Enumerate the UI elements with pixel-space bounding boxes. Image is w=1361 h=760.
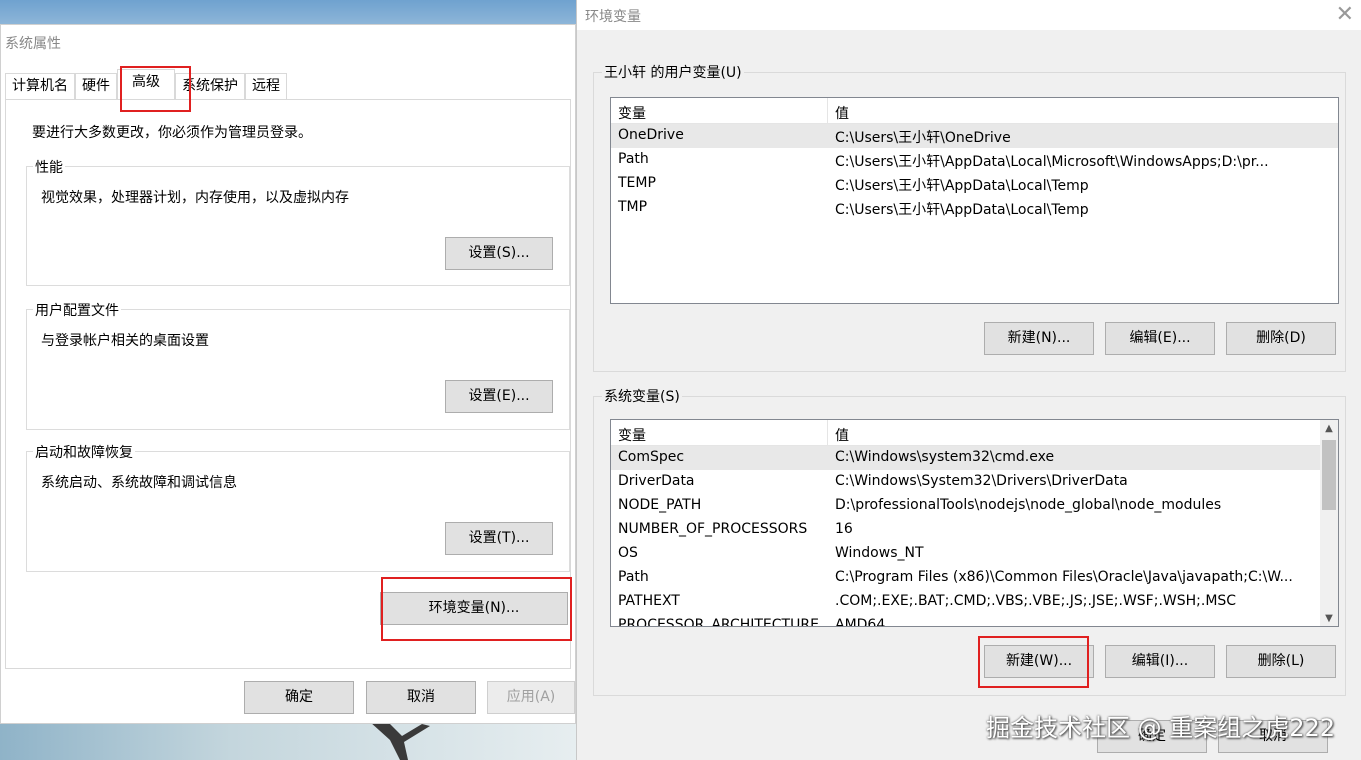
startup-recovery-settings-button[interactable]: 设置(T)... xyxy=(445,522,553,555)
tree-silhouette xyxy=(370,722,430,760)
tab-remote[interactable]: 远程 xyxy=(245,73,287,99)
system-variables-legend: 系统变量(S) xyxy=(602,386,682,406)
apply-button[interactable]: 应用(A) xyxy=(487,681,575,714)
list-item[interactable]: NUMBER_OF_PROCESSORS 16 xyxy=(611,518,1338,542)
variable-value: C:\Program Files (x86)\Common Files\Orac… xyxy=(835,569,1293,585)
variable-name: OneDrive xyxy=(618,127,684,143)
system-new-button[interactable]: 新建(W)... xyxy=(984,645,1094,678)
scroll-thumb[interactable] xyxy=(1322,440,1336,510)
variable-value: C:\Users\王小轩\AppData\Local\Temp xyxy=(835,178,1089,194)
dialog-title: 系统属性 xyxy=(5,36,61,52)
ok-button[interactable]: 确定 xyxy=(244,681,354,714)
list-item[interactable]: TEMP C:\Users\王小轩\AppData\Local\Temp xyxy=(611,172,1338,196)
close-icon[interactable]: ✕ xyxy=(1336,2,1354,27)
user-edit-button[interactable]: 编辑(E)... xyxy=(1105,322,1215,355)
tab-computer-name[interactable]: 计算机名 xyxy=(5,73,75,99)
system-edit-button[interactable]: 编辑(I)... xyxy=(1105,645,1215,678)
variable-value: AMD64 xyxy=(835,617,886,627)
user-delete-button[interactable]: 删除(D) xyxy=(1226,322,1336,355)
tab-system-protection[interactable]: 系统保护 xyxy=(175,73,245,99)
column-header-variable[interactable]: 变量 xyxy=(618,425,646,445)
list-header: 变量 值 xyxy=(611,420,1338,446)
performance-description: 视觉效果，处理器计划，内存使用，以及虚拟内存 xyxy=(41,190,349,206)
cancel-button[interactable]: 取消 xyxy=(366,681,476,714)
user-variables-legend: 王小轩 的用户变量(U) xyxy=(602,62,744,82)
variable-name: Path xyxy=(618,151,649,167)
variable-value: C:\Windows\System32\Drivers\DriverData xyxy=(835,473,1128,489)
variable-value: C:\Users\王小轩\AppData\Local\Microsoft\Win… xyxy=(835,154,1269,170)
variable-name: OS xyxy=(618,545,638,561)
user-profiles-description: 与登录帐户相关的桌面设置 xyxy=(41,333,209,349)
admin-note: 要进行大多数更改，你必须作为管理员登录。 xyxy=(32,125,312,141)
variable-name: NODE_PATH xyxy=(618,497,702,513)
list-item[interactable]: PATHEXT .COM;.EXE;.BAT;.CMD;.VBS;.VBE;.J… xyxy=(611,590,1338,614)
user-variables-section: 王小轩 的用户变量(U) 变量 值 OneDrive C:\Users\王小轩\… xyxy=(593,62,1346,372)
environment-variables-dialog: 环境变量 ✕ 王小轩 的用户变量(U) 变量 值 OneDrive C:\Use… xyxy=(576,0,1361,760)
column-separator xyxy=(827,420,828,446)
list-item[interactable]: TMP C:\Users\王小轩\AppData\Local\Temp xyxy=(611,196,1338,220)
vertical-scrollbar[interactable]: ▲ ▼ xyxy=(1320,420,1338,626)
environment-variables-button[interactable]: 环境变量(N)... xyxy=(380,592,568,625)
performance-group: 性能 视觉效果，处理器计划，内存使用，以及虚拟内存 设置(S)... xyxy=(26,157,570,286)
performance-legend: 性能 xyxy=(33,157,65,177)
variable-name: NUMBER_OF_PROCESSORS xyxy=(618,521,808,537)
list-item[interactable]: PROCESSOR_ARCHITECTURE AMD64 xyxy=(611,614,1338,627)
variable-name: TMP xyxy=(618,199,648,215)
user-new-button[interactable]: 新建(N)... xyxy=(984,322,1094,355)
list-item[interactable]: OS Windows_NT xyxy=(611,542,1338,566)
env-titlebar: 环境变量 ✕ xyxy=(577,0,1361,30)
user-variables-list[interactable]: 变量 值 OneDrive C:\Users\王小轩\OneDrive Path… xyxy=(610,97,1339,304)
tab-advanced[interactable]: 高级 xyxy=(117,69,175,99)
variable-name: Path xyxy=(618,569,649,585)
column-header-variable[interactable]: 变量 xyxy=(618,103,646,123)
startup-recovery-legend: 启动和故障恢复 xyxy=(33,442,135,462)
desktop-wallpaper-strip xyxy=(0,722,580,760)
variable-name: PROCESSOR_ARCHITECTURE xyxy=(618,617,819,627)
tab-bar: 计算机名 硬件 高级 系统保护 远程 xyxy=(5,69,287,99)
user-profiles-settings-button[interactable]: 设置(E)... xyxy=(445,380,553,413)
list-item[interactable]: NODE_PATH D:\professionalTools\nodejs\no… xyxy=(611,494,1338,518)
startup-recovery-description: 系统启动、系统故障和调试信息 xyxy=(41,475,237,491)
list-header: 变量 值 xyxy=(611,98,1338,124)
variable-value: C:\Users\王小轩\OneDrive xyxy=(835,130,1011,146)
scroll-down-icon[interactable]: ▼ xyxy=(1320,610,1338,626)
list-item[interactable]: Path C:\Users\王小轩\AppData\Local\Microsof… xyxy=(611,148,1338,172)
system-properties-dialog: 系统属性 计算机名 硬件 高级 系统保护 远程 要进行大多数更改，你必须作为管理… xyxy=(0,24,576,724)
list-item[interactable]: ComSpec C:\Windows\system32\cmd.exe xyxy=(611,446,1320,470)
scroll-up-icon[interactable]: ▲ xyxy=(1320,420,1338,438)
tab-hardware[interactable]: 硬件 xyxy=(75,73,117,99)
variable-value: 16 xyxy=(835,521,853,537)
user-profiles-group: 用户配置文件 与登录帐户相关的桌面设置 设置(E)... xyxy=(26,300,570,430)
list-item[interactable]: OneDrive C:\Users\王小轩\OneDrive xyxy=(611,124,1338,148)
advanced-tab-panel: 要进行大多数更改，你必须作为管理员登录。 性能 视觉效果，处理器计划，内存使用，… xyxy=(5,99,571,669)
column-header-value[interactable]: 值 xyxy=(835,103,849,123)
variable-name: TEMP xyxy=(618,175,656,191)
variable-value: D:\professionalTools\nodejs\node_global\… xyxy=(835,497,1222,513)
column-separator xyxy=(827,98,828,124)
variable-name: PATHEXT xyxy=(618,593,680,609)
column-header-value[interactable]: 值 xyxy=(835,425,849,445)
list-item[interactable]: Path C:\Program Files (x86)\Common Files… xyxy=(611,566,1338,590)
system-variables-section: 系统变量(S) 变量 值 ComSpec C:\Windows\system32… xyxy=(593,386,1346,696)
variable-value: Windows_NT xyxy=(835,545,924,561)
performance-settings-button[interactable]: 设置(S)... xyxy=(445,237,553,270)
user-profiles-legend: 用户配置文件 xyxy=(33,300,121,320)
list-item[interactable]: DriverData C:\Windows\System32\Drivers\D… xyxy=(611,470,1338,494)
variable-name: DriverData xyxy=(618,473,695,489)
system-delete-button[interactable]: 删除(L) xyxy=(1226,645,1336,678)
variable-name: ComSpec xyxy=(618,449,685,465)
variable-value: C:\Users\王小轩\AppData\Local\Temp xyxy=(835,202,1089,218)
variable-value: .COM;.EXE;.BAT;.CMD;.VBS;.VBE;.JS;.JSE;.… xyxy=(835,593,1237,609)
system-variables-list[interactable]: 变量 值 ComSpec C:\Windows\system32\cmd.exe… xyxy=(610,419,1339,627)
variable-value: C:\Windows\system32\cmd.exe xyxy=(835,449,1055,465)
startup-recovery-group: 启动和故障恢复 系统启动、系统故障和调试信息 设置(T)... xyxy=(26,442,570,572)
watermark: 掘金技术社区 @ 重案组之虎222 xyxy=(986,714,1336,742)
env-dialog-title: 环境变量 xyxy=(585,9,641,25)
